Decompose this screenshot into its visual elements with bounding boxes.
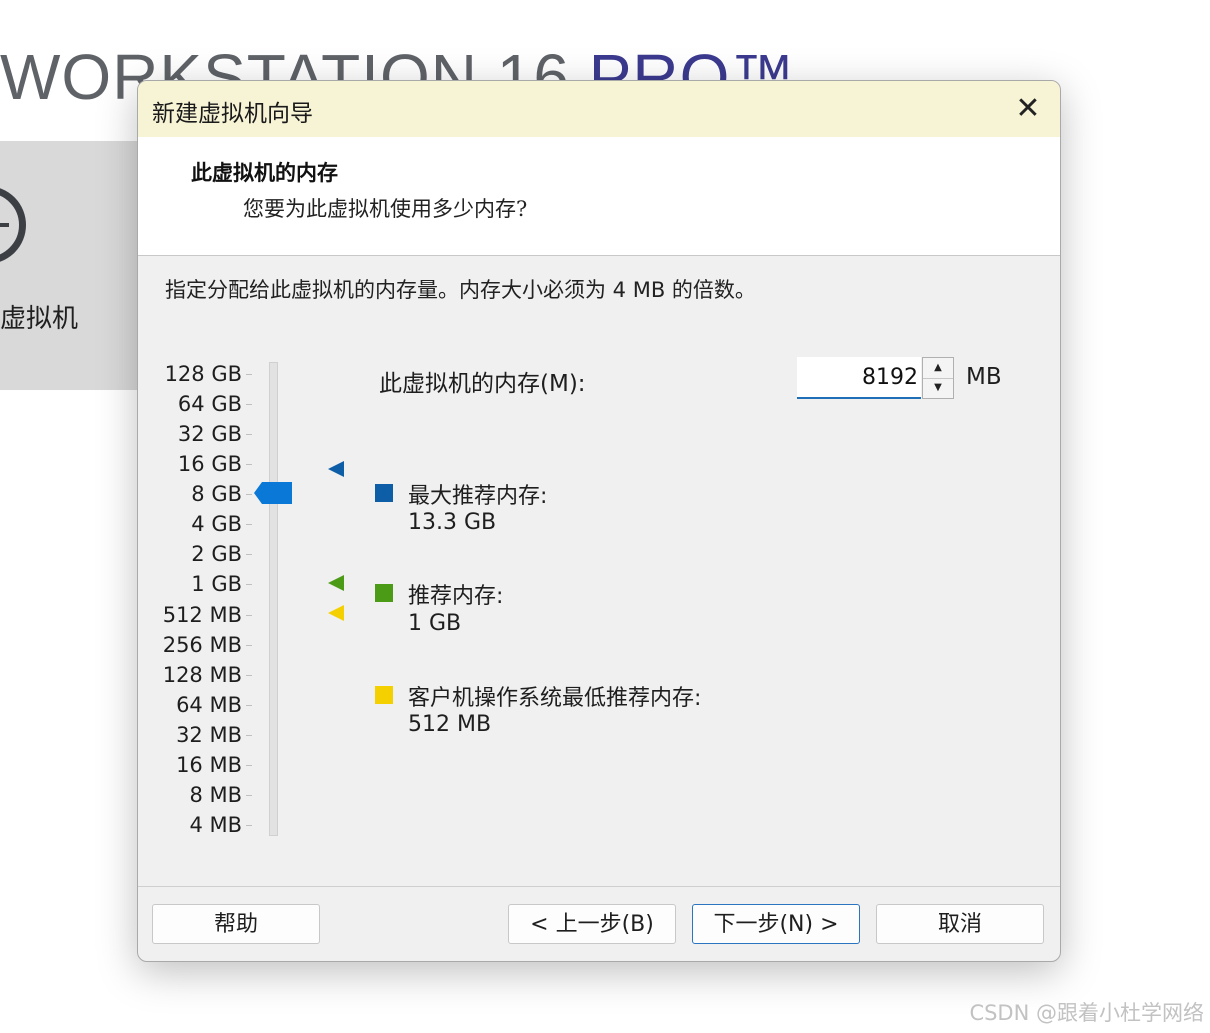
scale-label: 512 MB xyxy=(162,603,242,627)
new-vm-tile[interactable] xyxy=(0,141,160,390)
wizard-header: 此虚拟机的内存 您要为此虚拟机使用多少内存? xyxy=(138,137,1060,256)
scale-tick xyxy=(246,615,252,616)
memory-field-label: 此虚拟机的内存(M): xyxy=(379,371,586,397)
memory-spinner: ▲ ▼ xyxy=(922,357,954,399)
max-recommended-value: 13.3 GB xyxy=(408,510,497,535)
memory-slider-track[interactable] xyxy=(269,362,278,836)
scale-tick xyxy=(246,735,252,736)
scale-label: 64 MB xyxy=(176,693,242,717)
memory-unit: MB xyxy=(966,364,1002,390)
scale-tick xyxy=(246,675,252,676)
scale-tick xyxy=(246,584,252,585)
scale-label: 128 MB xyxy=(162,663,242,687)
page-title: 此虚拟机的内存 xyxy=(191,160,338,185)
spin-down-icon[interactable]: ▼ xyxy=(923,378,953,398)
scale-label: 16 GB xyxy=(177,452,242,476)
scale-label: 32 MB xyxy=(176,723,242,747)
new-vm-wizard-dialog: 新建虚拟机向导 ✕ 此虚拟机的内存 您要为此虚拟机使用多少内存? 指定分配给此虚… xyxy=(137,80,1061,962)
close-icon[interactable]: ✕ xyxy=(1010,91,1046,127)
scale-label: 4 GB xyxy=(191,512,242,536)
dialog-titlebar[interactable]: 新建虚拟机向导 ✕ xyxy=(138,81,1060,137)
scale-label: 8 GB xyxy=(191,482,242,506)
max-recommended-label: 最大推荐内存: xyxy=(408,484,548,509)
cancel-button[interactable]: 取消 xyxy=(876,904,1044,944)
scale-tick xyxy=(246,795,252,796)
scale-label: 32 GB xyxy=(177,422,242,446)
watermark: CSDN @跟着小杜学网络 xyxy=(969,1001,1204,1025)
scale-label: 2 GB xyxy=(191,542,242,566)
recommended-swatch xyxy=(375,584,393,602)
scale-tick xyxy=(246,374,252,375)
next-button[interactable]: 下一步(N) > xyxy=(692,904,860,944)
guest-min-swatch xyxy=(375,686,393,704)
page-subtitle: 您要为此虚拟机使用多少内存? xyxy=(243,197,528,221)
scale-label: 128 GB xyxy=(164,362,242,386)
max-recommended-marker-icon xyxy=(328,461,344,477)
memory-description: 指定分配给此虚拟机的内存量。内存大小必须为 4 MB 的倍数。 xyxy=(165,278,756,302)
scale-label: 256 MB xyxy=(162,633,242,657)
recommended-value: 1 GB xyxy=(408,611,462,636)
scale-tick xyxy=(246,464,252,465)
new-vm-tile-label: 虚拟机 xyxy=(0,304,79,334)
scale-tick xyxy=(246,765,252,766)
recommended-label: 推荐内存: xyxy=(408,584,504,609)
scale-tick xyxy=(246,524,252,525)
scale-tick xyxy=(246,705,252,706)
scale-label: 8 MB xyxy=(189,783,242,807)
scale-tick xyxy=(246,554,252,555)
scale-tick xyxy=(246,494,252,495)
recommended-marker-icon xyxy=(328,575,344,591)
footer-divider xyxy=(138,886,1060,887)
spin-up-icon[interactable]: ▲ xyxy=(923,358,953,379)
guest-min-label: 客户机操作系统最低推荐内存: xyxy=(408,686,702,711)
scale-label: 16 MB xyxy=(176,753,242,777)
max-recommended-swatch xyxy=(375,484,393,502)
scale-tick xyxy=(246,404,252,405)
scale-label: 4 MB xyxy=(189,813,242,837)
memory-input[interactable] xyxy=(797,357,921,399)
scale-label: 1 GB xyxy=(191,572,242,596)
scale-tick xyxy=(246,434,252,435)
memory-slider-thumb[interactable] xyxy=(254,481,294,505)
guest-min-value: 512 MB xyxy=(408,712,492,737)
scale-tick xyxy=(246,645,252,646)
scale-label: 64 GB xyxy=(177,392,242,416)
guest-min-marker-icon xyxy=(328,605,344,621)
dialog-title: 新建虚拟机向导 xyxy=(152,101,313,127)
help-button[interactable]: 帮助 xyxy=(152,904,320,944)
scale-tick xyxy=(246,825,252,826)
back-button[interactable]: < 上一步(B) xyxy=(508,904,676,944)
